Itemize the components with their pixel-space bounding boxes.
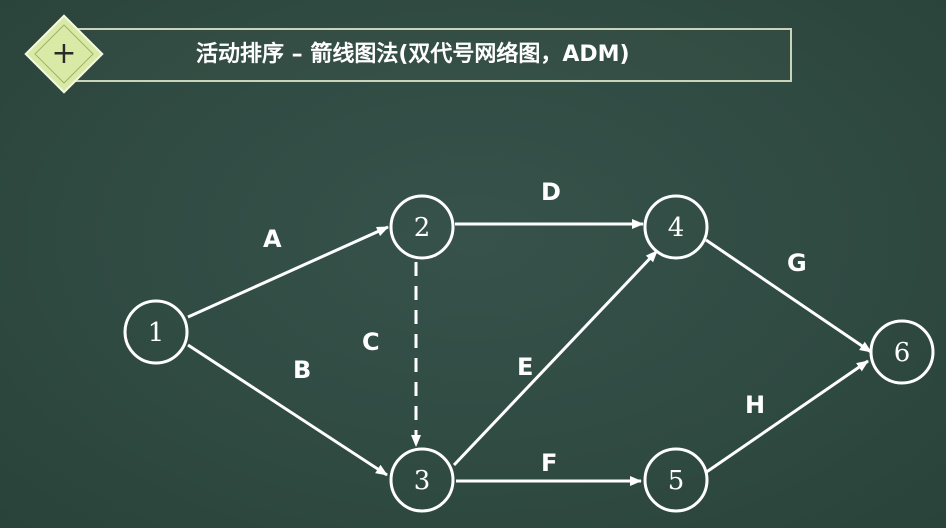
edge-label-f: F bbox=[541, 449, 557, 477]
node-label: 1 bbox=[148, 318, 165, 348]
edge-h-arrow bbox=[704, 359, 869, 475]
edge-label-e: E bbox=[517, 353, 533, 381]
node-label: 4 bbox=[668, 213, 685, 243]
edge-e-arrow bbox=[452, 249, 659, 467]
edge-b-arrow bbox=[187, 343, 388, 477]
node-3: 3 bbox=[389, 447, 455, 513]
node-label: 2 bbox=[414, 213, 431, 243]
node-label: 3 bbox=[414, 466, 431, 496]
edge-label-b: B bbox=[293, 356, 311, 384]
edge-label-c: C bbox=[362, 328, 380, 356]
node-2: 2 bbox=[389, 194, 455, 260]
node-5: 5 bbox=[643, 447, 709, 513]
edge-label-g: G bbox=[787, 249, 807, 277]
node-label: 6 bbox=[894, 338, 911, 368]
node-label: 5 bbox=[668, 466, 685, 496]
edge-label-d: D bbox=[541, 178, 561, 206]
node-6: 6 bbox=[869, 319, 935, 385]
edge-label-a: A bbox=[263, 225, 282, 253]
node-1: 1 bbox=[123, 299, 189, 365]
network-diagram: A B C D E F G H 1 2 3 4 5 6 bbox=[123, 178, 935, 513]
edge-label-h: H bbox=[745, 391, 765, 419]
node-4: 4 bbox=[643, 194, 709, 260]
edge-a-arrow bbox=[187, 225, 389, 319]
